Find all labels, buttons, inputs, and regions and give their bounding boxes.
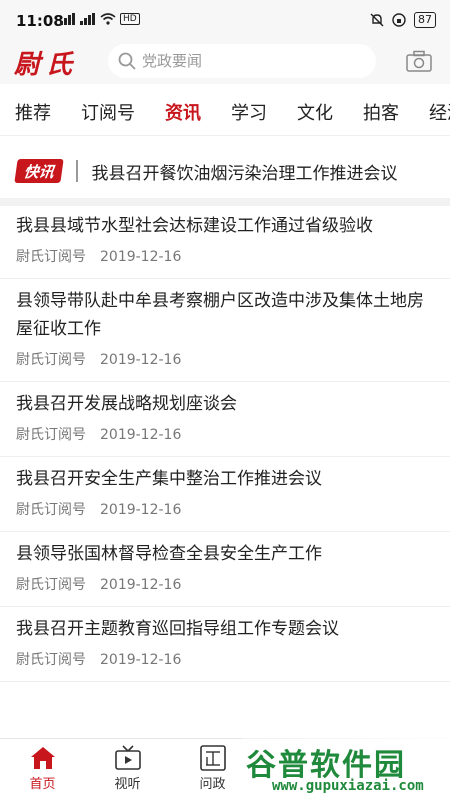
divider [76, 160, 78, 182]
app-header: 尉氏 [0, 40, 450, 84]
news-meta: 尉氏订阅号 2019-12-16 [16, 418, 434, 456]
news-item[interactable]: 我县县域节水型社会达标建设工作通过省级验收 尉氏订阅号 2019-12-16 [0, 204, 450, 279]
news-title[interactable]: 县领导带队赴中牟县考察棚户区改造中涉及集体土地房屋征收工作 [16, 287, 434, 343]
nav-media[interactable]: 视听 [85, 739, 170, 800]
nav-home[interactable]: 首页 [0, 739, 85, 800]
search-icon [118, 52, 136, 70]
battery-indicator: 87 [414, 12, 436, 28]
tab-economy[interactable]: 经济 [414, 92, 450, 135]
tab-study[interactable]: 学习 [216, 92, 282, 135]
category-tabs: 推荐 订阅号 资讯 学习 文化 拍客 经济 [0, 92, 450, 136]
news-source: 尉氏订阅号 [16, 249, 86, 265]
news-date: 2019-12-16 [100, 352, 182, 368]
news-item[interactable]: 我县召开安全生产集中整治工作推进会议 尉氏订阅号 2019-12-16 [0, 457, 450, 532]
news-title[interactable]: 我县县域节水型社会达标建设工作通过省级验收 [16, 212, 434, 240]
news-source: 尉氏订阅号 [16, 502, 86, 518]
watermark-url: www.gupuxiazai.com [272, 778, 424, 794]
flash-news[interactable]: 快讯 我县召开餐饮油烟污染治理工作推进会议 [0, 146, 450, 196]
news-meta: 尉氏订阅号 2019-12-16 [16, 643, 434, 681]
search-bar[interactable] [108, 44, 376, 78]
status-bar: 11:08 HD 87 [0, 0, 450, 40]
tab-news[interactable]: 资讯 [150, 92, 216, 135]
search-input[interactable] [142, 52, 342, 70]
news-source: 尉氏订阅号 [16, 577, 86, 593]
news-source: 尉氏订阅号 [16, 652, 86, 668]
news-item[interactable]: 我县召开主题教育巡回指导组工作专题会议 尉氏订阅号 2019-12-16 [0, 607, 450, 682]
news-item[interactable]: 县领导带队赴中牟县考察棚户区改造中涉及集体土地房屋征收工作 尉氏订阅号 2019-… [0, 279, 450, 382]
nav-home-label: 首页 [29, 777, 56, 792]
news-source: 尉氏订阅号 [16, 352, 86, 368]
camera-icon[interactable] [406, 50, 432, 72]
signal-icon-2 [80, 13, 95, 25]
tab-photographer[interactable]: 拍客 [348, 92, 414, 135]
hd-badge: HD [120, 13, 140, 25]
news-meta: 尉氏订阅号 2019-12-16 [16, 493, 434, 531]
news-meta: 尉氏订阅号 2019-12-16 [16, 343, 434, 381]
flash-headline[interactable]: 我县召开餐饮油烟污染治理工作推进会议 [92, 159, 398, 184]
news-date: 2019-12-16 [100, 427, 182, 443]
flash-badge: 快讯 [14, 159, 64, 183]
tab-recommend[interactable]: 推荐 [0, 92, 66, 135]
nav-media-label: 视听 [114, 777, 141, 792]
home-icon [30, 747, 55, 769]
news-title[interactable]: 我县召开安全生产集中整治工作推进会议 [16, 465, 434, 493]
news-date: 2019-12-16 [100, 577, 182, 593]
news-source: 尉氏订阅号 [16, 427, 86, 443]
app-logo[interactable]: 尉氏 [14, 44, 78, 81]
news-meta: 尉氏订阅号 2019-12-16 [16, 240, 434, 278]
news-title[interactable]: 县领导张国林督导检查全县安全生产工作 [16, 540, 434, 568]
news-item[interactable]: 县领导张国林督导检查全县安全生产工作 尉氏订阅号 2019-12-16 [0, 532, 450, 607]
news-title[interactable]: 我县召开主题教育巡回指导组工作专题会议 [16, 615, 434, 643]
wifi-icon [100, 13, 116, 25]
zheng-icon [199, 745, 226, 771]
news-date: 2019-12-16 [100, 502, 182, 518]
watermark: 谷普软件园 www.gupuxiazai.com [242, 738, 450, 800]
bell-mute-icon [370, 13, 384, 27]
lock-rotation-icon [392, 13, 406, 27]
tab-culture[interactable]: 文化 [282, 92, 348, 135]
status-right: 87 [370, 12, 436, 28]
news-date: 2019-12-16 [100, 249, 182, 265]
status-time: 11:08 [16, 12, 64, 30]
news-list: 我县县域节水型社会达标建设工作通过省级验收 尉氏订阅号 2019-12-16 县领… [0, 204, 450, 682]
tv-icon [114, 745, 141, 770]
news-item[interactable]: 我县召开发展战略规划座谈会 尉氏订阅号 2019-12-16 [0, 382, 450, 457]
signal-icon [60, 13, 75, 25]
status-network: HD [60, 13, 140, 25]
news-meta: 尉氏订阅号 2019-12-16 [16, 568, 434, 606]
news-date: 2019-12-16 [100, 652, 182, 668]
news-title[interactable]: 我县召开发展战略规划座谈会 [16, 390, 434, 418]
tab-subscription[interactable]: 订阅号 [66, 92, 150, 135]
nav-politics-label: 问政 [199, 777, 226, 792]
